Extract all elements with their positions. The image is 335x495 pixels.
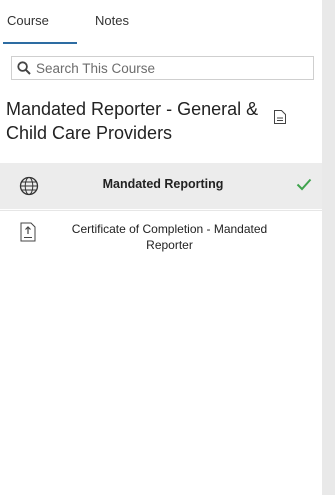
course-title: Mandated Reporter - General & Child Care… — [6, 99, 259, 143]
active-tab-indicator — [3, 42, 77, 44]
list-item-label: Certificate of Completion - Mandated Rep… — [71, 222, 268, 252]
tab-course[interactable]: Course — [7, 13, 49, 28]
document-icon[interactable] — [273, 109, 287, 125]
file-download-icon — [20, 222, 36, 242]
search-box[interactable] — [11, 56, 314, 80]
list-item-label: Mandated Reporting — [102, 177, 224, 191]
search-icon[interactable] — [17, 61, 31, 75]
list-item-mandated-reporting[interactable]: Mandated Reporting — [0, 163, 322, 209]
course-sidebar: Course Notes Mandated Reporter - General… — [0, 0, 322, 495]
scrollbar[interactable] — [322, 0, 335, 495]
globe-icon — [19, 176, 39, 196]
check-icon — [296, 178, 312, 191]
search-input[interactable] — [36, 57, 311, 79]
tab-bar: Course Notes — [0, 0, 322, 45]
tab-notes[interactable]: Notes — [95, 13, 129, 28]
list-item-certificate[interactable]: Certificate of Completion - Mandated Rep… — [0, 210, 322, 265]
